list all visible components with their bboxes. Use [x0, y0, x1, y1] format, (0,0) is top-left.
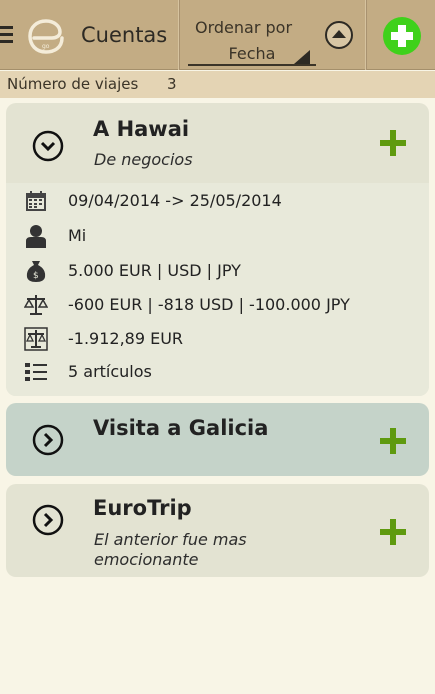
trip-card-header[interactable]: A Hawai De negocios [6, 103, 429, 183]
add-circle-icon[interactable] [382, 16, 422, 56]
trip-count-bar: Número de viajes 3 [0, 71, 435, 98]
detail-row-total: -1.912,89 EUR [6, 323, 429, 355]
trip-details: 09/04/2014 -> 25/05/2014 Mi $ 5.000 EUR … [6, 183, 429, 396]
trip-title: Visita a Galicia [93, 416, 269, 440]
trip-title: EuroTrip [93, 496, 192, 520]
divider [365, 0, 367, 70]
list-icon [25, 363, 47, 381]
detail-row-budget: $ 5.000 EUR | USD | JPY [6, 255, 429, 287]
plus-icon[interactable] [380, 519, 406, 545]
detail-budget: 5.000 EUR | USD | JPY [68, 261, 241, 280]
chevron-right-circle-icon[interactable] [32, 504, 64, 536]
trip-card[interactable]: A Hawai De negocios 09/04/2014 -> 25/05/… [6, 103, 429, 396]
sort-up-circle-icon[interactable] [324, 20, 354, 50]
detail-row-balance: -600 EUR | -818 USD | -100.000 JPY [6, 289, 429, 321]
svg-text:go: go [42, 43, 50, 50]
scale-icon [24, 295, 48, 315]
app-title: Cuentas [81, 23, 168, 47]
svg-text:$: $ [33, 271, 39, 281]
chevron-right-circle-icon[interactable] [32, 424, 64, 456]
detail-row-items: 5 artículos [6, 356, 429, 388]
detail-dates: 09/04/2014 -> 25/05/2014 [68, 191, 282, 210]
detail-row-dates: 09/04/2014 -> 25/05/2014 [6, 185, 429, 217]
plus-icon[interactable] [380, 130, 406, 156]
hamburger-icon[interactable] [0, 26, 13, 44]
trip-count-value: 3 [167, 75, 177, 93]
chevron-down-circle-icon[interactable] [32, 130, 64, 162]
sort-label: Ordenar por [195, 18, 293, 37]
trip-card-header[interactable]: Visita a Galicia [6, 403, 429, 476]
trip-subtitle: El anterior fue mas emocionante [94, 530, 247, 569]
trip-subtitle: De negocios [94, 150, 193, 169]
detail-balance: -600 EUR | -818 USD | -100.000 JPY [68, 295, 350, 314]
trip-count-label: Número de viajes [7, 75, 139, 93]
detail-row-person: Mi [6, 220, 429, 252]
detail-total: -1.912,89 EUR [68, 329, 184, 348]
scale-total-icon [24, 327, 48, 351]
plus-icon[interactable] [380, 428, 406, 454]
trip-card[interactable]: Visita a Galicia [6, 403, 429, 476]
person-icon [26, 225, 46, 248]
dropdown-triangle-icon [294, 50, 310, 64]
money-bag-icon: $ [26, 261, 46, 282]
trip-title: A Hawai [93, 117, 190, 141]
detail-items: 5 artículos [68, 362, 152, 381]
calendar-icon [26, 191, 46, 211]
detail-person: Mi [68, 226, 87, 245]
action-bar: go Cuentas Ordenar por Fecha [0, 0, 435, 70]
trip-card-header[interactable]: EuroTrip El anterior fue mas emocionante [6, 484, 429, 577]
divider [178, 0, 180, 70]
sort-selector[interactable]: Ordenar por Fecha [182, 0, 364, 70]
app-logo[interactable]: go [26, 18, 66, 54]
trip-card[interactable]: EuroTrip El anterior fue mas emocionante [6, 484, 429, 577]
